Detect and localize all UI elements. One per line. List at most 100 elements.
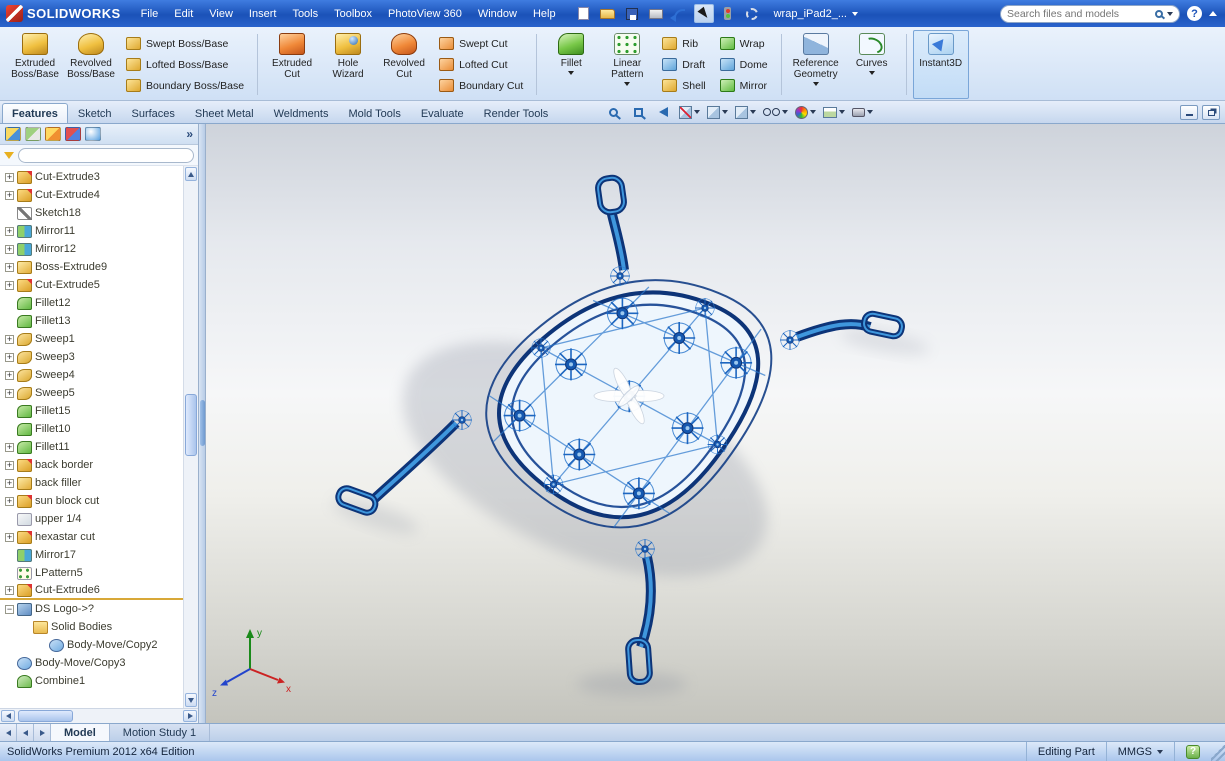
display-style-button[interactable] [735, 103, 757, 122]
ribbon-small-button[interactable]: Rib [657, 35, 710, 52]
tree-item[interactable]: Body-Move/Copy2 [0, 636, 183, 654]
expand-toggle[interactable] [5, 551, 14, 560]
curves-button[interactable]: Curves [844, 30, 900, 99]
tab-scroll-prev-button[interactable] [17, 724, 34, 741]
expand-toggle[interactable] [37, 641, 46, 650]
search-input[interactable] [1007, 7, 1151, 20]
command-tab[interactable]: Surfaces [122, 103, 185, 123]
units-selector[interactable]: MMGS [1105, 742, 1174, 761]
tree-horizontal-scrollbar[interactable] [0, 708, 198, 723]
tree-item[interactable]: Fillet12 [0, 294, 183, 312]
status-help-button[interactable]: ? [1186, 744, 1200, 759]
rebuild-button[interactable] [718, 4, 738, 23]
scroll-down-button[interactable] [185, 693, 197, 707]
tree-item[interactable]: LPattern5 [0, 564, 183, 582]
ribbon-small-button[interactable]: Shell [657, 77, 710, 94]
command-tab[interactable]: Evaluate [411, 103, 474, 123]
window-restore-button[interactable] [1202, 104, 1220, 120]
tree-item[interactable]: + Cut-Extrude6 [0, 582, 183, 600]
tree-item[interactable]: Fillet13 [0, 312, 183, 330]
splitter-grip[interactable] [200, 399, 205, 446]
tree-item[interactable]: + Sweep1 [0, 330, 183, 348]
tree-item[interactable]: upper 1/4 [0, 510, 183, 528]
tree-item[interactable]: + back filler [0, 474, 183, 492]
menu-item[interactable]: PhotoView 360 [380, 4, 470, 24]
tree-item[interactable]: + back border [0, 456, 183, 474]
search-box[interactable] [1000, 4, 1180, 23]
ribbon-small-button[interactable]: Swept Cut [434, 35, 528, 52]
expand-toggle[interactable]: + [5, 460, 14, 470]
scroll-right-button[interactable] [183, 710, 197, 722]
zoom-fit-button[interactable] [604, 103, 622, 122]
menu-item[interactable]: Edit [166, 4, 201, 24]
view-orientation-dropdown-icon[interactable] [722, 110, 729, 114]
expand-toggle[interactable]: + [5, 244, 14, 254]
search-icon[interactable] [1155, 9, 1163, 18]
ribbon-small-button[interactable]: Draft [657, 56, 710, 73]
expand-toggle[interactable]: + [5, 496, 14, 506]
expand-toggle[interactable] [5, 515, 14, 524]
edit-appearance-button[interactable] [795, 103, 817, 122]
instant3d-button[interactable]: Instant3D [912, 30, 969, 99]
tab-scroll-next-button[interactable] [34, 724, 51, 741]
featuremanager-tab-icon[interactable] [5, 127, 21, 141]
command-tab[interactable]: Weldments [264, 103, 339, 123]
scroll-left-button[interactable] [1, 710, 15, 722]
menu-item[interactable]: File [133, 4, 167, 24]
tree-item[interactable]: Body-Move/Copy3 [0, 654, 183, 672]
tree-item[interactable]: + Cut-Extrude3 [0, 168, 183, 186]
command-tab[interactable]: Sketch [68, 103, 122, 123]
search-scope-dropdown-icon[interactable] [1167, 11, 1173, 16]
expand-toggle[interactable]: + [5, 442, 14, 452]
fillet-dropdown-icon[interactable] [568, 71, 575, 75]
expand-toggle[interactable]: − [5, 604, 14, 614]
tree-item[interactable]: Fillet10 [0, 420, 183, 438]
appearance-dropdown-icon[interactable] [810, 110, 817, 114]
tree-item[interactable]: + Fillet11 [0, 438, 183, 456]
ribbon-small-button[interactable]: Swept Boss/Base [121, 35, 249, 52]
ribbon-small-button[interactable]: Mirror [715, 77, 773, 94]
expand-toggle[interactable] [5, 299, 14, 308]
document-tab[interactable]: Motion Study 1 [110, 724, 211, 741]
document-tab[interactable]: Model [51, 724, 110, 741]
new-document-button[interactable] [574, 4, 594, 23]
revolved-cut-button[interactable]: Revolved Cut [376, 30, 432, 99]
previous-view-button[interactable] [654, 103, 672, 122]
reference-geometry-button[interactable]: Reference Geometry [788, 30, 844, 99]
tree-item[interactable]: + Sweep5 [0, 384, 183, 402]
menu-item[interactable]: View [201, 4, 241, 24]
menu-item[interactable]: Insert [241, 4, 285, 24]
undo-button[interactable] [670, 4, 690, 23]
curves-dropdown-icon[interactable] [868, 71, 875, 75]
tree-item[interactable]: + Cut-Extrude4 [0, 186, 183, 204]
panel-splitter[interactable] [199, 124, 206, 723]
expand-toggle[interactable]: + [5, 585, 14, 595]
ribbon-small-button[interactable]: Lofted Boss/Base [121, 56, 249, 73]
tree-item[interactable]: Mirror17 [0, 546, 183, 564]
display-style-dropdown-icon[interactable] [750, 110, 757, 114]
extruded-cut-button[interactable]: Extruded Cut [264, 30, 320, 99]
expand-toggle[interactable]: + [5, 226, 14, 236]
tree-item[interactable]: + Sweep3 [0, 348, 183, 366]
command-tab[interactable]: Mold Tools [338, 103, 410, 123]
expand-toggle[interactable]: + [5, 262, 14, 272]
expand-toggle[interactable] [5, 317, 14, 326]
extruded-boss-base-button[interactable]: Extruded Boss/Base [7, 30, 63, 99]
linear-pattern-button[interactable]: Linear Pattern [599, 30, 655, 99]
propertymanager-tab-icon[interactable] [25, 127, 41, 141]
displaymanager-tab-icon[interactable] [85, 127, 101, 141]
collapse-ribbon-icon[interactable] [1209, 11, 1217, 16]
tree-item[interactable]: + Mirror11 [0, 222, 183, 240]
expand-toggle[interactable]: + [5, 532, 14, 542]
graphics-viewport[interactable]: y x z [206, 124, 1225, 723]
view-orientation-button[interactable] [707, 103, 729, 122]
print-button[interactable] [646, 4, 666, 23]
view-settings-dropdown-icon[interactable] [867, 110, 874, 114]
hide-show-items-button[interactable] [763, 103, 789, 122]
save-button[interactable] [622, 4, 642, 23]
expand-toggle[interactable]: + [5, 370, 14, 380]
revolved-boss-base-button[interactable]: Revolved Boss/Base [63, 30, 119, 99]
expand-toggle[interactable] [5, 659, 14, 668]
resize-grip[interactable] [1211, 742, 1225, 761]
tab-scroll-first-button[interactable] [0, 724, 17, 741]
